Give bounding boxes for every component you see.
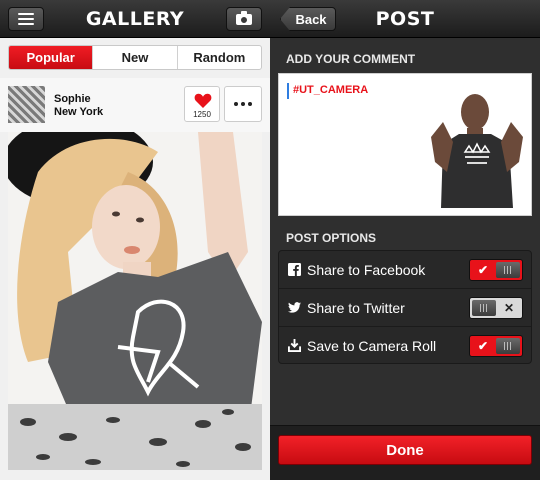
text-cursor — [287, 83, 289, 99]
facebook-icon — [288, 263, 301, 276]
x-icon: ✕ — [503, 301, 515, 315]
toggle-knob — [472, 300, 496, 316]
gallery-filter-tabs: Popular New Random — [8, 45, 262, 70]
tab-random[interactable]: Random — [176, 46, 261, 69]
like-count: 1250 — [193, 110, 211, 119]
gallery-photo[interactable] — [8, 132, 262, 470]
thumbnail-image — [429, 82, 525, 208]
post-header: Sophie New York 1250 — [0, 78, 270, 132]
check-icon: ✔ — [477, 263, 489, 277]
toggle-knob — [496, 338, 520, 354]
comment-heading: ADD YOUR COMMENT — [286, 52, 416, 66]
done-button[interactable]: Done — [278, 435, 532, 465]
option-label: Save to Camera Roll — [307, 338, 437, 354]
post-thumbnail — [429, 82, 525, 208]
gallery-nav-bar: GALLERY — [0, 0, 270, 38]
check-icon: ✔ — [477, 339, 489, 353]
photo-image — [8, 132, 262, 470]
user-location: New York — [54, 106, 104, 118]
toggle-knob — [496, 262, 520, 278]
like-button[interactable]: 1250 — [184, 86, 220, 122]
camera-button[interactable] — [226, 7, 262, 31]
download-icon — [288, 339, 301, 352]
facebook-toggle[interactable]: ✔ — [469, 259, 523, 281]
post-screen: Back POST ADD YOUR COMMENT #UT_CAMERA PO… — [270, 0, 540, 480]
camera-roll-toggle[interactable]: ✔ — [469, 335, 523, 357]
option-label: Share to Twitter — [307, 300, 405, 316]
comment-text: #UT_CAMERA — [293, 84, 369, 96]
post-title: POST — [375, 8, 435, 30]
post-options-list: Share to Facebook ✔ Share to Twitter ✕ S… — [278, 250, 532, 364]
gallery-screen: GALLERY Popular New Random Sophie New Yo… — [0, 0, 270, 480]
option-share-facebook[interactable]: Share to Facebook ✔ — [279, 251, 531, 289]
tab-new[interactable]: New — [92, 46, 176, 69]
tab-popular[interactable]: Popular — [9, 46, 93, 69]
heart-icon — [194, 93, 212, 108]
options-heading: POST OPTIONS — [286, 231, 377, 245]
option-share-twitter[interactable]: Share to Twitter ✕ — [279, 289, 531, 327]
avatar[interactable] — [8, 86, 45, 123]
post-nav-bar: Back POST — [270, 0, 540, 38]
twitter-icon — [288, 302, 301, 313]
camera-icon — [236, 10, 252, 25]
comment-input[interactable]: #UT_CAMERA — [278, 73, 532, 216]
user-name: Sophie — [54, 93, 91, 105]
option-save-camera-roll[interactable]: Save to Camera Roll ✔ — [279, 327, 531, 365]
more-icon — [234, 102, 252, 106]
post-user-info[interactable]: Sophie New York — [54, 93, 103, 119]
option-label: Share to Facebook — [307, 262, 426, 278]
more-options-button[interactable] — [224, 86, 262, 122]
twitter-toggle[interactable]: ✕ — [469, 297, 523, 319]
